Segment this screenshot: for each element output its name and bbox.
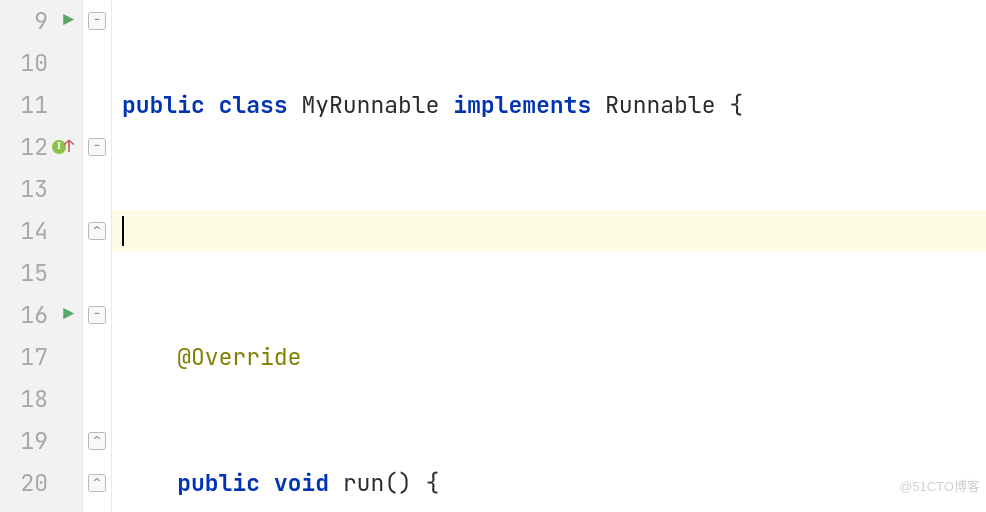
gutter-line[interactable]: 13 xyxy=(0,168,82,210)
brace: { xyxy=(716,90,744,120)
gutter-line[interactable]: 18 xyxy=(0,378,82,420)
gutter-line[interactable]: 16▶ xyxy=(0,294,82,336)
line-number: 15 xyxy=(14,252,48,294)
method-name: run xyxy=(343,468,384,498)
gutter-line[interactable]: 9▶ xyxy=(0,0,82,42)
keyword: implements xyxy=(453,90,591,120)
keyword: class xyxy=(219,90,288,120)
gutter-line[interactable]: 20 xyxy=(0,462,82,504)
gutter-line[interactable]: 15 xyxy=(0,252,82,294)
line-number: 14 xyxy=(14,210,48,252)
code-area[interactable]: public class MyRunnable implements Runna… xyxy=(112,0,986,512)
line-number: 9 xyxy=(14,0,48,42)
fold-column: − − ⌃ − ⌃ ⌃ xyxy=(82,0,112,512)
line-number: 12 xyxy=(14,126,48,168)
gutter-line[interactable]: 14 xyxy=(0,210,82,252)
gutter: 9▶ 10 11 12I↑ 13 14 15 16▶ 17 18 19 20 xyxy=(0,0,82,512)
line-number: 10 xyxy=(14,42,48,84)
fold-open-icon[interactable]: − xyxy=(88,306,106,324)
fold-open-icon[interactable]: − xyxy=(88,12,106,30)
line-number: 20 xyxy=(14,462,48,504)
line-number: 16 xyxy=(14,294,48,336)
params: () xyxy=(384,468,412,498)
gutter-line[interactable]: 19 xyxy=(0,420,82,462)
line-number: 13 xyxy=(14,168,48,210)
gutter-line[interactable]: 11 xyxy=(0,84,82,126)
run-icon[interactable]: ▶ xyxy=(54,294,74,336)
keyword: public xyxy=(177,468,260,498)
gutter-line[interactable]: 10 xyxy=(0,42,82,84)
annotation: @Override xyxy=(177,342,301,372)
code-line[interactable]: @Override xyxy=(112,336,986,378)
code-line[interactable]: public void run() { xyxy=(112,462,986,504)
keyword: void xyxy=(274,468,329,498)
class-name: MyRunnable xyxy=(301,90,439,120)
fold-close-icon[interactable]: ⌃ xyxy=(88,222,106,240)
keyword: public xyxy=(122,90,205,120)
gutter-line[interactable]: 17 xyxy=(0,336,82,378)
override-marker-icon[interactable]: I↑ xyxy=(52,126,74,168)
code-line-current[interactable] xyxy=(112,210,986,252)
caret xyxy=(122,216,124,246)
line-number: 19 xyxy=(14,420,48,462)
watermark: @51CTO博客 xyxy=(899,466,980,508)
code-line[interactable]: public class MyRunnable implements Runna… xyxy=(112,84,986,126)
gutter-line[interactable]: 12I↑ xyxy=(0,126,82,168)
brace: { xyxy=(412,468,440,498)
code-editor[interactable]: 9▶ 10 11 12I↑ 13 14 15 16▶ 17 18 19 20 −… xyxy=(0,0,986,512)
type-name: Runnable xyxy=(605,90,715,120)
line-number: 18 xyxy=(14,378,48,420)
fold-close-icon[interactable]: ⌃ xyxy=(88,474,106,492)
line-number: 11 xyxy=(14,84,48,126)
line-number: 17 xyxy=(14,336,48,378)
run-icon[interactable]: ▶ xyxy=(54,0,74,42)
fold-open-icon[interactable]: − xyxy=(88,138,106,156)
fold-close-icon[interactable]: ⌃ xyxy=(88,432,106,450)
